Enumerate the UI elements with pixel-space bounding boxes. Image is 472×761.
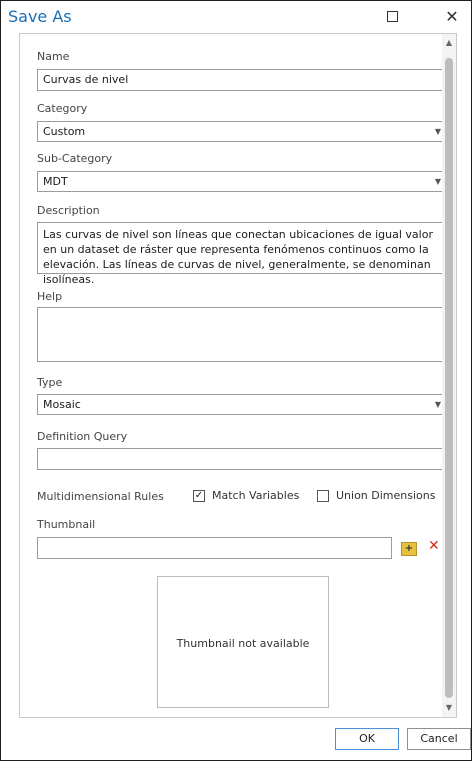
type-label: Type <box>37 376 63 389</box>
save-as-dialog: Save As ✕ Name Curvas de nivel Category … <box>0 0 472 761</box>
delete-icon[interactable]: ✕ <box>428 538 440 554</box>
ok-button[interactable]: OK <box>335 728 399 750</box>
category-label: Category <box>37 102 88 115</box>
union-dimensions-checkbox[interactable] <box>317 490 329 502</box>
cancel-button[interactable]: Cancel <box>407 728 471 750</box>
chevron-down-icon: ▼ <box>434 400 441 409</box>
name-label: Name <box>37 50 70 63</box>
dialog-title: Save As <box>8 7 72 26</box>
match-variables-label[interactable]: Match Variables <box>212 489 299 502</box>
thumbnail-input[interactable] <box>37 537 392 559</box>
scroll-down-icon[interactable]: ▼ <box>442 701 456 715</box>
help-textarea[interactable] <box>37 307 448 362</box>
category-value: Custom <box>43 125 86 138</box>
close-icon[interactable]: ✕ <box>444 9 460 25</box>
description-textarea[interactable]: Las curvas de nivel son líneas que conec… <box>37 222 448 286</box>
thumbnail-not-available-text: Thumbnail not available <box>176 637 310 650</box>
subcategory-value: MDT <box>43 175 68 188</box>
definition-query-label: Definition Query <box>37 430 128 443</box>
title-bar[interactable]: Save As ✕ <box>1 1 471 33</box>
scroll-up-icon[interactable]: ▲ <box>442 36 456 50</box>
category-select[interactable]: Custom ▼ <box>37 121 448 142</box>
definition-query-input[interactable] <box>37 448 448 470</box>
folder-add-icon[interactable]: + <box>401 542 417 556</box>
union-dimensions-label[interactable]: Union Dimensions <box>336 489 435 502</box>
form-panel: Name Curvas de nivel Category Custom ▼ S… <box>19 33 457 718</box>
name-input[interactable]: Curvas de nivel <box>37 69 448 91</box>
maximize-icon[interactable] <box>384 9 400 25</box>
type-select[interactable]: Mosaic ▼ <box>37 394 448 415</box>
multidimensional-rules-label: Multidimensional Rules <box>37 490 164 503</box>
description-label: Description <box>37 204 100 217</box>
subcategory-label: Sub-Category <box>37 152 113 165</box>
help-label: Help <box>37 290 63 303</box>
chevron-down-icon: ▼ <box>434 127 441 136</box>
thumbnail-label: Thumbnail <box>37 518 96 531</box>
vertical-scrollbar[interactable]: ▲ ▼ <box>442 34 456 717</box>
type-value: Mosaic <box>43 398 81 411</box>
chevron-down-icon: ▼ <box>434 177 441 186</box>
thumbnail-preview: Thumbnail not available <box>157 576 329 708</box>
subcategory-select[interactable]: MDT ▼ <box>37 171 448 192</box>
scrollbar-thumb[interactable] <box>445 58 453 698</box>
match-variables-checkbox[interactable]: ✓ <box>193 490 205 502</box>
